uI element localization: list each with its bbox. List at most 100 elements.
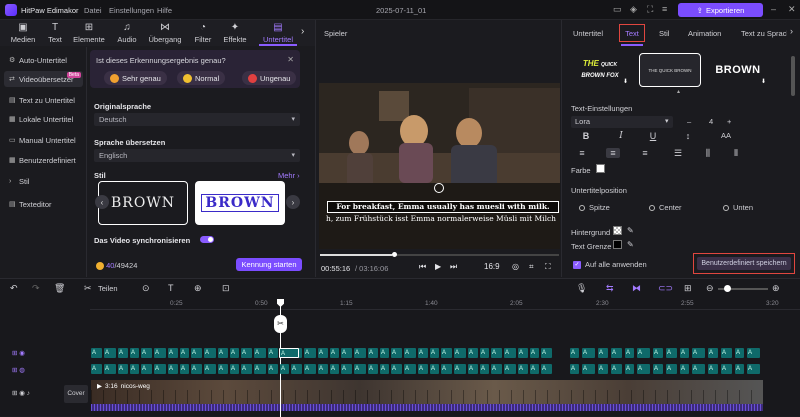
subtitle-clip[interactable]: A xyxy=(637,364,650,374)
italic-icon[interactable]: I xyxy=(614,131,628,141)
preset-brown[interactable]: BROWN xyxy=(707,53,769,87)
font-size-stepper[interactable]: –4 + xyxy=(685,116,737,128)
subtitle-clip[interactable]: A xyxy=(330,364,339,374)
subtitle-clip[interactable]: A xyxy=(735,364,744,374)
subtitle-clip[interactable]: A xyxy=(380,348,389,358)
style-prev-button[interactable]: ‹ xyxy=(95,195,109,209)
subtitle-clip[interactable]: A xyxy=(504,364,516,374)
subtitle-clip[interactable]: A xyxy=(241,364,252,374)
style-card-bold[interactable]: BROWN xyxy=(195,181,285,225)
subtitle-clip[interactable]: A xyxy=(666,348,677,358)
fit-icon[interactable]: ⊞ xyxy=(684,283,692,294)
subtitle-clip[interactable]: A xyxy=(570,348,579,358)
marker-icon[interactable]: ⊙ xyxy=(142,283,150,294)
redo-icon[interactable]: ↷ xyxy=(32,283,40,294)
subtitle-clip[interactable]: A xyxy=(380,364,389,374)
subtitle-clip[interactable]: A xyxy=(692,348,705,358)
minimize-icon[interactable]: – xyxy=(771,4,776,14)
sidebar-item-videouebersetzer[interactable]: ⇄ Videoübersetzer Beta xyxy=(4,71,83,87)
subtitle-clip[interactable]: A xyxy=(582,364,595,374)
tool-text[interactable]: T Text xyxy=(36,22,74,44)
sidebar-item-lokale-untertitel[interactable]: ▦ Lokale Untertitel xyxy=(4,111,83,127)
subtitle-clip[interactable]: A xyxy=(530,348,539,358)
subtitle-clip[interactable]: A xyxy=(268,364,278,374)
subtitle-clip[interactable]: A xyxy=(254,348,266,358)
text-color-swatch[interactable] xyxy=(596,164,605,173)
subtitle-clip[interactable]: A xyxy=(304,364,316,374)
freeze-icon[interactable]: ⊕ xyxy=(194,283,202,294)
subtitle-clip[interactable]: A xyxy=(441,364,452,374)
tab-text-zu-sprache[interactable]: Text zu Sprache xyxy=(741,29,787,38)
increase-icon[interactable]: + xyxy=(727,116,731,128)
subtitle-clip[interactable]: A xyxy=(104,348,116,358)
toolbar-next-icon[interactable]: › xyxy=(301,26,304,37)
download-icon[interactable]: ⬇ xyxy=(761,78,766,85)
position-bottom-radio[interactable]: Unten xyxy=(723,203,753,212)
cart-icon[interactable]: ⛶ xyxy=(647,4,653,15)
subtitle-clip[interactable]: A xyxy=(330,348,339,358)
subtitle-clip[interactable]: A xyxy=(611,348,622,358)
subtitle-clip[interactable]: A xyxy=(518,364,528,374)
subtitle-clip[interactable]: A xyxy=(680,348,689,358)
subtitle-clip[interactable]: A xyxy=(180,364,189,374)
subtitle-clip[interactable]: A xyxy=(168,364,178,374)
link-icon[interactable]: ⇆ xyxy=(606,283,614,294)
subtitle-clip[interactable]: A xyxy=(454,364,466,374)
subtitle-clip[interactable]: A xyxy=(441,348,452,358)
snap-icon[interactable]: ⧓ xyxy=(632,283,641,294)
subtitle-clip[interactable]: A xyxy=(391,364,402,374)
subtitle-clip[interactable]: A xyxy=(304,348,316,358)
close-window-icon[interactable]: ✕ xyxy=(788,4,796,15)
subtitle-clip[interactable]: A xyxy=(354,364,366,374)
track-lock-icon[interactable]: ⊞ ◍ xyxy=(12,366,25,374)
subtitle-clip[interactable]: A xyxy=(130,348,139,358)
subtitle-clip[interactable]: A xyxy=(154,348,166,358)
sidebar-item-texteditor[interactable]: ▤ Texteditor xyxy=(4,196,83,212)
time-ruler[interactable]: 0:25 0:50 1:15 1:40 2:05 2:30 2:55 3:20 xyxy=(90,298,800,310)
uppercase-button[interactable]: AA xyxy=(719,131,733,140)
feedback-normal-button[interactable]: Normal xyxy=(177,71,226,85)
subtitle-clip[interactable]: A xyxy=(468,348,478,358)
sidebar-item-auto-untertitel[interactable]: ⚙ Auto-Untertitel xyxy=(4,52,83,68)
subtitle-clip[interactable]: A xyxy=(504,348,516,358)
feedback-very-accurate-button[interactable]: Sehr genau xyxy=(104,71,167,85)
subtitle-clip[interactable]: A xyxy=(582,348,595,358)
start-recognition-button[interactable]: Kennung starten xyxy=(236,258,302,271)
underline-icon[interactable]: U xyxy=(646,131,660,141)
subtitle-clip[interactable]: A xyxy=(680,364,689,374)
sidebar-item-manual-untertitel[interactable]: ▭ Manual Untertitel xyxy=(4,132,83,148)
sidebar-item-benutzerdefiniert[interactable]: ▦ Benutzerdefiniert xyxy=(4,152,83,168)
subtitle-clip[interactable]: A xyxy=(598,364,608,374)
aspect-ratio-select[interactable]: 16:9 xyxy=(484,262,500,271)
background-color-swatch[interactable] xyxy=(613,226,622,235)
feedback-inaccurate-button[interactable]: Ungenau xyxy=(242,71,297,85)
subtitle-clip[interactable]: A xyxy=(598,348,608,358)
decrease-icon[interactable]: – xyxy=(687,116,691,128)
align-justify-icon[interactable]: ☰ xyxy=(671,148,685,159)
subtitle-clip[interactable]: A xyxy=(391,348,402,358)
zoom-slider-handle[interactable] xyxy=(724,285,731,292)
split-button[interactable]: Teilen xyxy=(98,284,118,293)
target-language-select[interactable]: Englisch ▾ xyxy=(94,149,300,162)
subtitle-clip[interactable]: A xyxy=(404,348,416,358)
line-spacing-icon[interactable]: ↕ xyxy=(681,131,695,141)
play-icon[interactable]: ▶ xyxy=(435,262,441,271)
cover-button[interactable]: Cover xyxy=(64,385,88,403)
subtitle-clip[interactable]: A xyxy=(653,364,663,374)
position-top-radio[interactable]: Spitze xyxy=(579,203,610,212)
subtitle-clip[interactable]: A xyxy=(218,348,228,358)
text-tool-icon[interactable]: T xyxy=(168,283,174,293)
subtitle-clip[interactable]: A xyxy=(341,364,352,374)
subtitle-clip[interactable]: A xyxy=(625,364,634,374)
columns-icon[interactable]: ⫼ xyxy=(701,148,715,159)
sync-video-toggle[interactable] xyxy=(200,236,214,243)
preset-quick-brown-fox[interactable]: THE QUICK BROWN FOX xyxy=(569,53,631,87)
subtitle-clip[interactable]: A xyxy=(491,364,502,374)
subtitle-clip[interactable]: A xyxy=(154,364,166,374)
menu-hilfe[interactable]: Hilfe xyxy=(157,6,172,15)
split-cursor-icon[interactable]: ✂ xyxy=(274,315,287,333)
tab-untertitel[interactable]: Untertitel xyxy=(573,29,603,38)
preset-quick-brown[interactable]: THE QUICK BROWN xyxy=(639,53,701,87)
source-language-select[interactable]: Deutsch ▾ xyxy=(94,113,300,126)
sidebar-item-text-zu-untertitel[interactable]: ▤ Text zu Untertitel xyxy=(4,92,83,108)
